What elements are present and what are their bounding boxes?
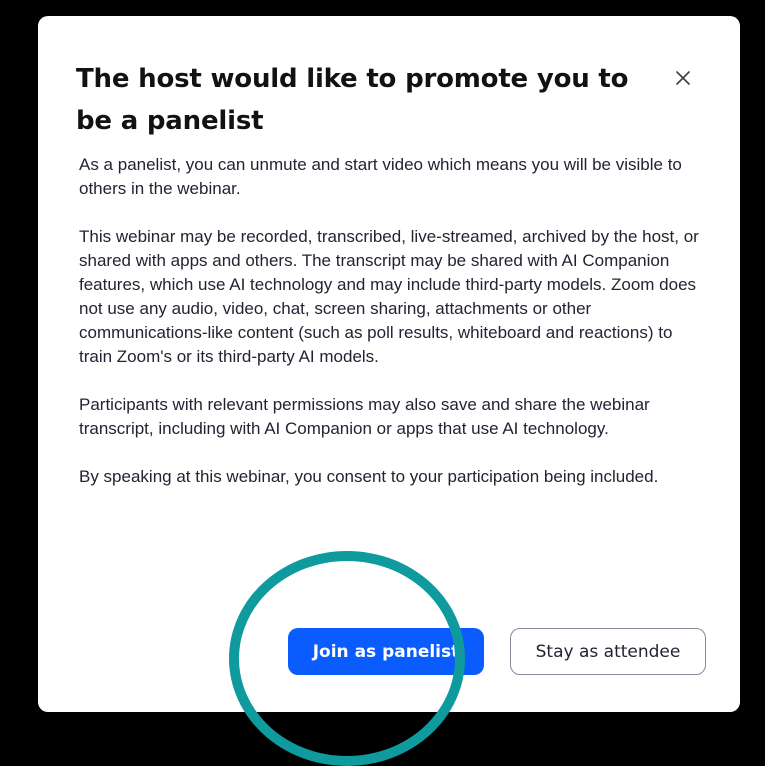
- paragraph-recording-notice: This webinar may be recorded, transcribe…: [79, 227, 699, 366]
- close-button[interactable]: [670, 65, 696, 91]
- paragraph-transcript-permissions: Participants with relevant permissions m…: [79, 395, 650, 438]
- dialog-title: The host would like to promote you to be…: [76, 64, 629, 136]
- close-icon: [676, 71, 690, 85]
- join-as-panelist-button[interactable]: Join as panelist: [288, 628, 484, 675]
- dialog-body: As a panelist, you can unmute and start …: [79, 153, 709, 513]
- paragraph-consent: By speaking at this webinar, you consent…: [79, 467, 659, 486]
- paragraph-panelist-info: As a panelist, you can unmute and start …: [79, 155, 682, 198]
- promote-panelist-dialog: The host would like to promote you to be…: [38, 16, 740, 712]
- stay-as-attendee-button[interactable]: Stay as attendee: [510, 628, 706, 675]
